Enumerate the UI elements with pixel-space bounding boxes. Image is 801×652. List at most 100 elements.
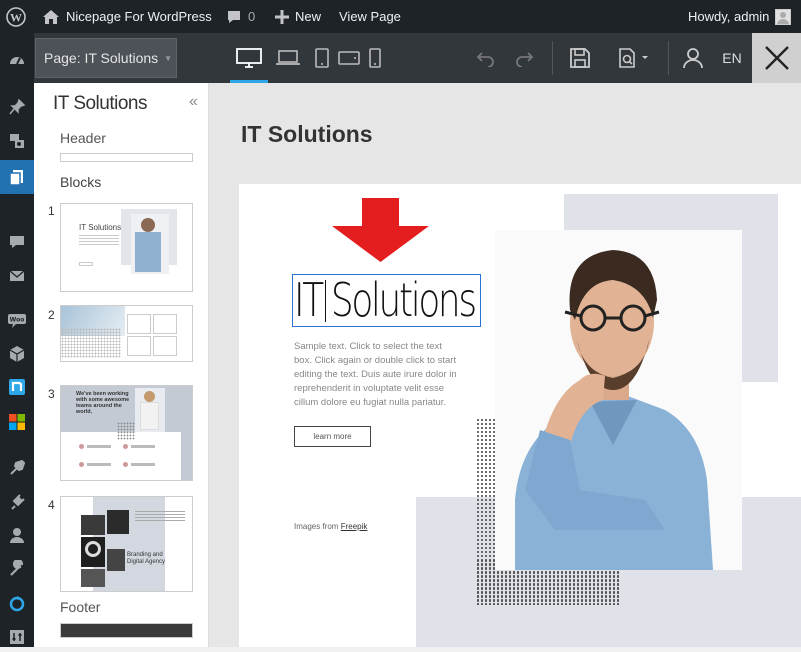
panel-title: IT Solutions [53, 93, 147, 114]
freepik-link[interactable]: Freepik [341, 522, 368, 531]
page-select[interactable]: Page: IT Solutions ▼ [35, 38, 177, 78]
plus-icon [275, 9, 289, 24]
page-title: IT Solutions [241, 121, 373, 147]
users-icon[interactable] [0, 520, 34, 550]
appearance-icon[interactable] [0, 453, 34, 483]
editor-toolbar: Page: IT Solutions ▼ EN [34, 33, 801, 83]
laptop-view-icon[interactable] [270, 33, 306, 83]
close-editor-button[interactable] [752, 33, 801, 83]
editor-canvas: IT Solutions IT Solutions Sample text. C… [209, 83, 801, 647]
card [153, 336, 177, 356]
comments-menu-icon[interactable] [0, 227, 34, 257]
hero-heading[interactable]: IT Solutions [294, 273, 477, 327]
credit-prefix: Images from [294, 522, 339, 531]
mail-icon[interactable] [0, 261, 34, 291]
learn-more-button[interactable]: learn more [294, 426, 371, 447]
block-number: 2 [48, 308, 55, 322]
block-thumbnail-1[interactable]: IT Solutions [60, 203, 193, 292]
preview-icon[interactable] [614, 33, 656, 83]
new-content-link[interactable]: New [275, 0, 321, 33]
man-photo [495, 230, 742, 570]
plugins-icon[interactable] [0, 487, 34, 517]
sample-text[interactable]: Sample text. Click to select the text bo… [294, 340, 462, 410]
nicepage-icon[interactable] [0, 372, 34, 402]
photo [81, 515, 105, 535]
admin-menu: Woo [0, 33, 34, 647]
person-head [141, 218, 155, 232]
tablet-landscape-view-icon[interactable] [336, 33, 362, 83]
page-content: IT Solutions Sample text. Click to selec… [239, 184, 801, 647]
block-number: 1 [48, 204, 55, 218]
woocommerce-icon[interactable]: Woo [0, 305, 34, 335]
view-page-label: View Page [339, 9, 401, 24]
collapse-panel-icon[interactable]: « [189, 93, 198, 111]
view-page-link[interactable]: View Page [339, 0, 401, 33]
icon-dot [123, 462, 128, 467]
dot-pattern [61, 328, 121, 358]
dashboard-icon[interactable] [0, 45, 34, 75]
divider [668, 41, 669, 75]
blocks-section-label: Blocks [60, 174, 102, 190]
side-band [181, 386, 192, 480]
page-select-label: Page: IT Solutions [44, 50, 159, 66]
posts-pin-icon[interactable] [0, 92, 34, 122]
site-name: Nicepage For WordPress [66, 9, 212, 24]
updates-sync-icon[interactable] [0, 589, 34, 619]
photo [107, 510, 129, 534]
close-icon [764, 46, 789, 70]
save-icon[interactable] [566, 33, 594, 83]
tools-wrench-icon[interactable] [0, 554, 34, 584]
svg-text:W: W [10, 10, 22, 24]
logo-shape [85, 541, 101, 557]
block-thumbnail-3[interactable]: We've been working with some awesome tea… [60, 385, 193, 481]
thumb-text [79, 235, 119, 245]
block-thumbnail-2[interactable] [60, 305, 193, 362]
chevron-down-icon: ▼ [164, 53, 173, 63]
block-number: 4 [48, 498, 55, 512]
tablet-view-icon[interactable] [310, 33, 334, 83]
thumb-title: Branding and Digital Agency [127, 552, 166, 565]
undo-icon[interactable] [474, 33, 498, 83]
line [131, 463, 155, 466]
block-thumbnail-4[interactable]: Branding and Digital Agency [60, 496, 193, 592]
icon-dot [123, 444, 128, 449]
media-icon[interactable] [0, 126, 34, 156]
card [127, 336, 151, 356]
block-number: 3 [48, 387, 55, 401]
comments-link[interactable]: 0 [226, 0, 255, 33]
avatar [775, 8, 792, 25]
header-section-label: Header [60, 130, 106, 146]
redo-icon[interactable] [512, 33, 536, 83]
language-button[interactable]: EN [716, 33, 748, 83]
new-label: New [295, 9, 322, 24]
header-thumbnail[interactable] [60, 153, 193, 162]
home-icon [43, 9, 59, 24]
footer-thumbnail[interactable] [60, 623, 193, 638]
text-cursor [325, 280, 326, 322]
thumb-text [135, 511, 185, 523]
user-account-icon[interactable] [680, 33, 706, 83]
line [87, 445, 111, 448]
photo [81, 569, 105, 587]
divider [552, 41, 553, 75]
settings-sliders-icon[interactable] [0, 622, 34, 652]
icon-dot [79, 462, 84, 467]
thumb-title: IT Solutions [79, 223, 122, 232]
photo [107, 549, 125, 571]
svg-text:Woo: Woo [10, 317, 25, 324]
my-account-link[interactable]: Howdy, admin [688, 0, 792, 33]
blocks-panel: IT Solutions « Header Blocks 1 IT Soluti… [34, 83, 209, 647]
line [131, 445, 155, 448]
mobile-view-icon[interactable] [366, 33, 384, 83]
site-name-link[interactable]: Nicepage For WordPress [42, 0, 212, 33]
red-arrow-icon [332, 198, 429, 262]
wordpress-logo-icon[interactable]: W [6, 0, 28, 33]
products-box-icon[interactable] [0, 339, 34, 369]
comments-count: 0 [248, 9, 256, 24]
pages-icon[interactable] [0, 160, 34, 194]
thumb-button [79, 262, 93, 266]
desktop-view-icon[interactable] [230, 33, 268, 83]
dot-pattern [117, 422, 135, 440]
thumb-heading: We've been working with some awesome tea… [76, 391, 130, 415]
office-apps-icon[interactable] [0, 407, 34, 437]
